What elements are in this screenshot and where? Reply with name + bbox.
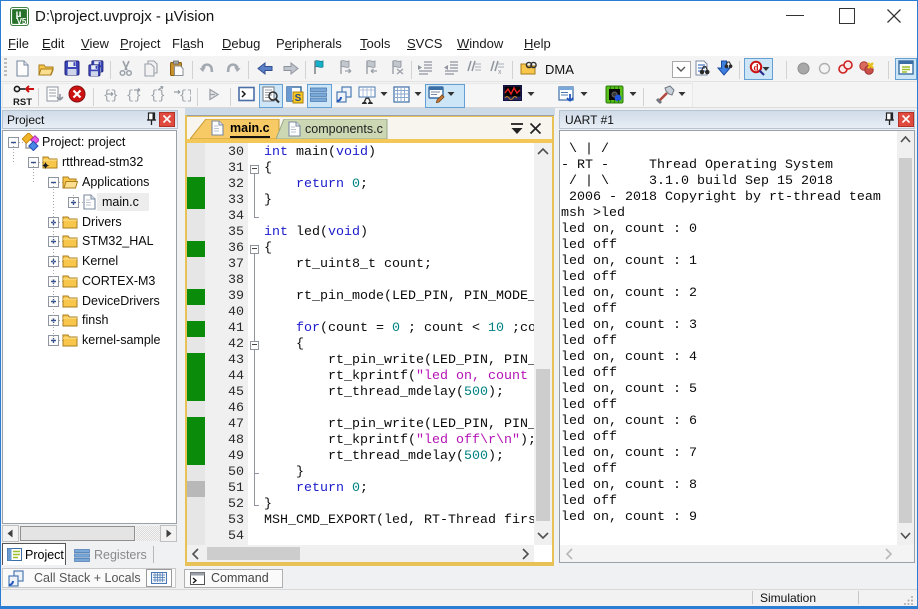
svg-text:V5: V5 xyxy=(17,17,27,26)
svg-text:{}: {} xyxy=(103,88,119,103)
svg-text:{}: {} xyxy=(179,88,191,103)
svg-text:d: d xyxy=(753,63,758,73)
svg-text:RST: RST xyxy=(13,97,32,107)
svg-text:S: S xyxy=(295,93,302,104)
svg-text:x: x xyxy=(498,69,502,76)
svg-text:{}: {} xyxy=(150,88,166,103)
